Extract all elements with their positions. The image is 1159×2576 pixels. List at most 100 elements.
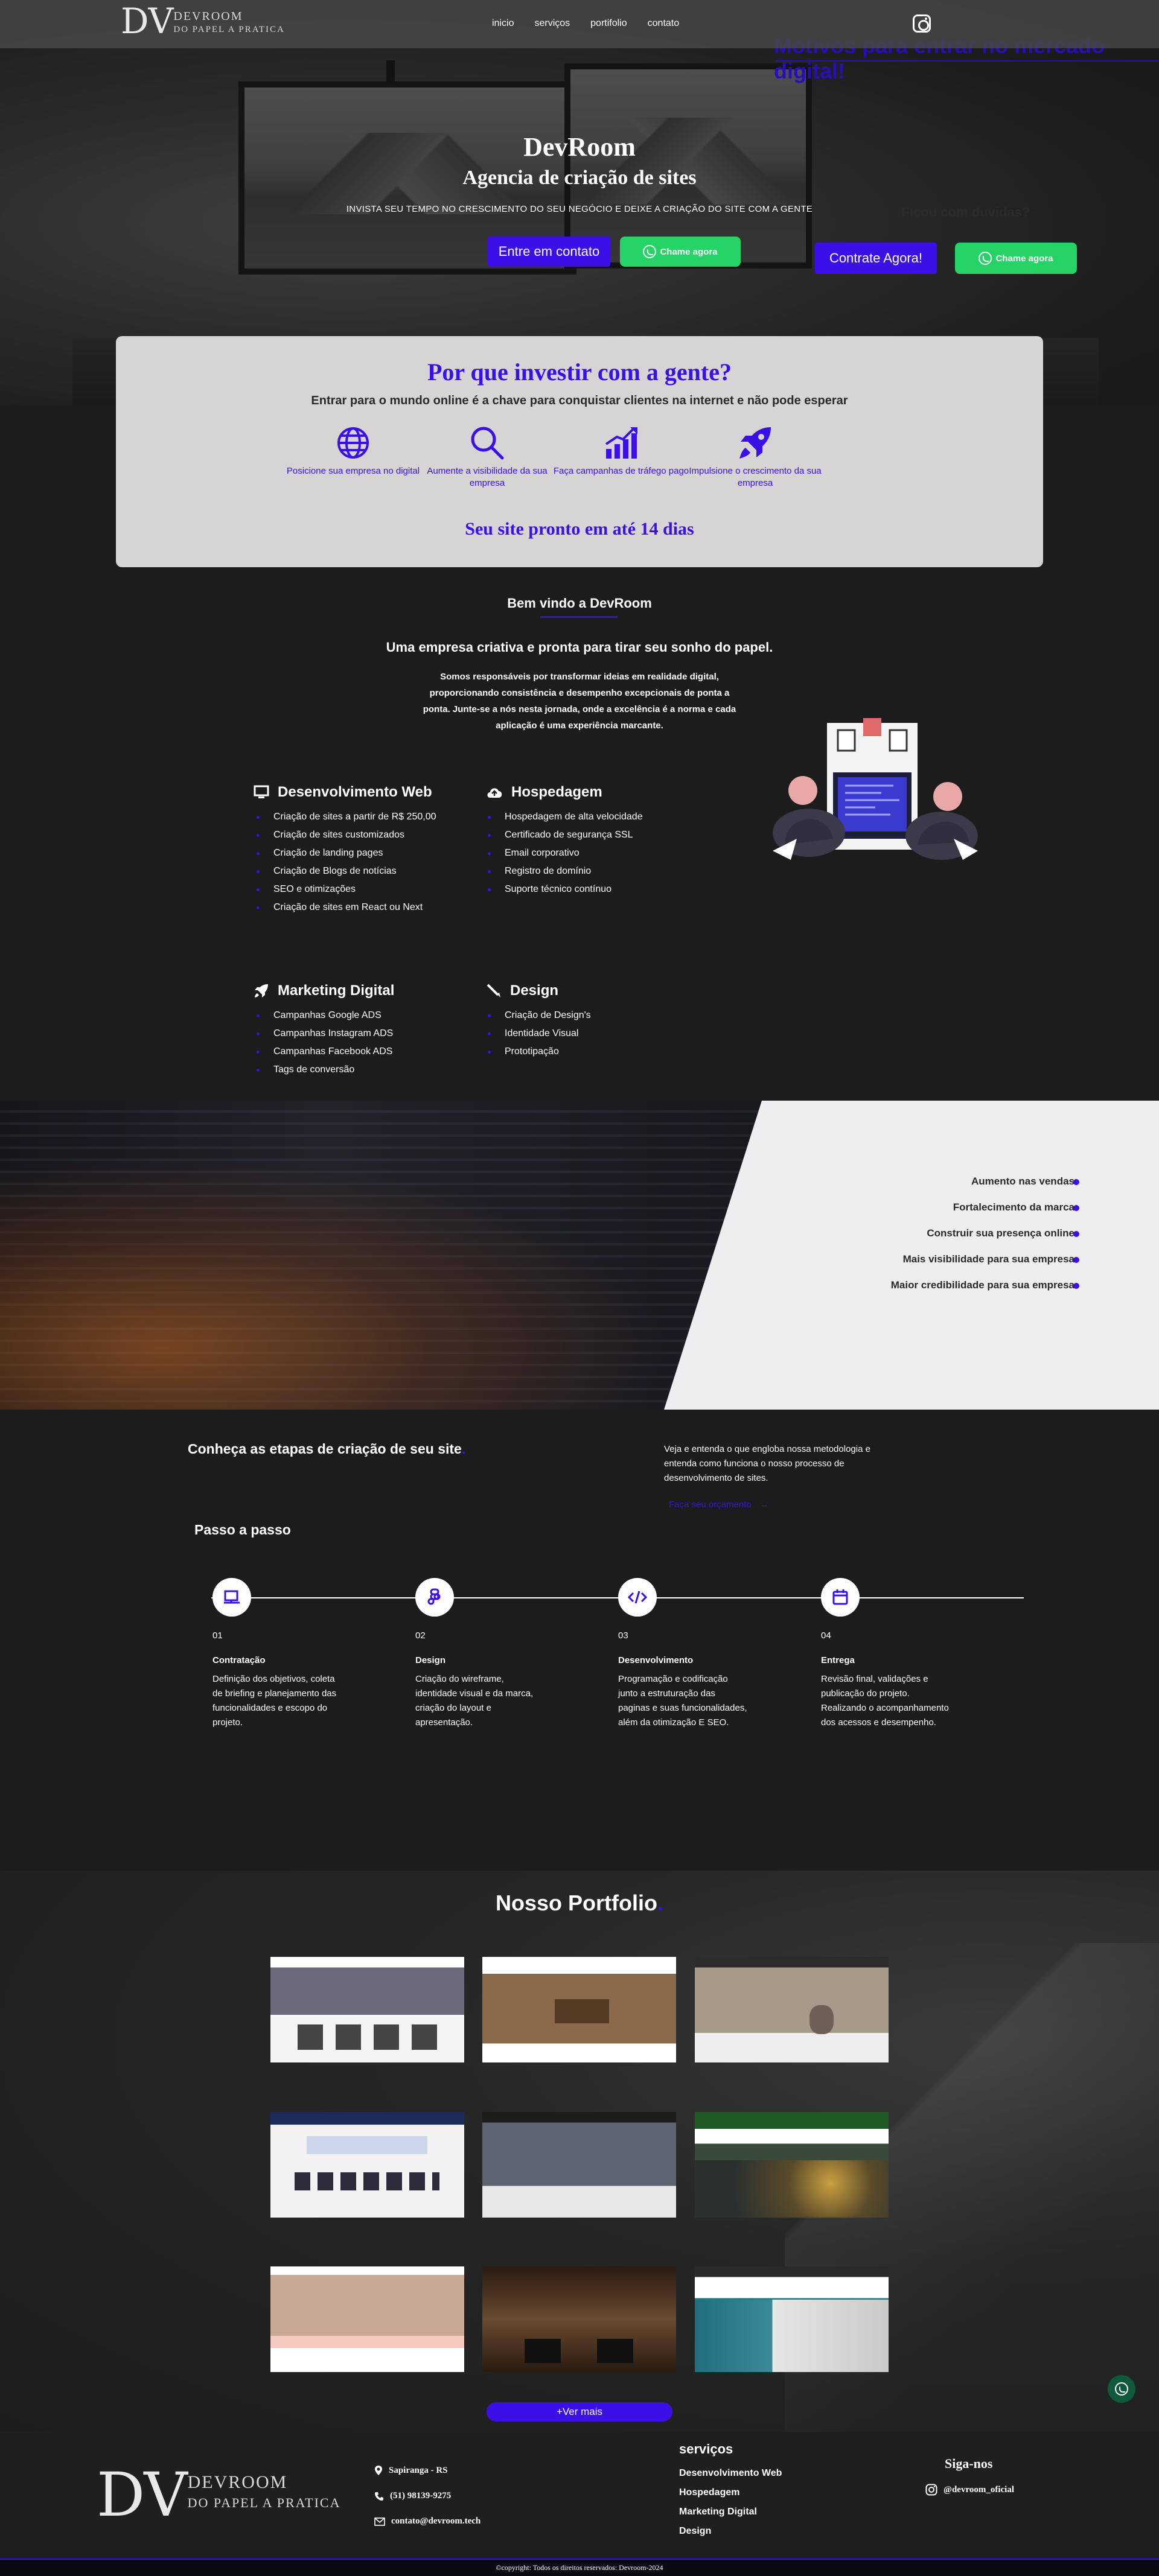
step-number: 03 [618, 1630, 628, 1641]
arrow-right-icon: → [759, 1499, 769, 1510]
footer-service-link[interactable]: Hospedagem [679, 2487, 739, 2498]
rocket-icon [255, 984, 268, 997]
nav-item-contato[interactable]: contato [648, 18, 679, 29]
portfolio-item[interactable] [482, 2112, 676, 2218]
logo-name: DEVROOM [187, 2472, 288, 2492]
step-title: Design [415, 1655, 446, 1665]
list-item: Suporte técnico contínuo [488, 880, 643, 898]
footer-service-link[interactable]: Marketing Digital [679, 2507, 757, 2517]
step-title: Entrega [821, 1655, 855, 1665]
motivo-item: Maior credibilidade para sua empresa [890, 1279, 1074, 1291]
follow-us-title: Siga-nos [945, 2456, 993, 2471]
list-item: Prototipação [488, 1043, 591, 1061]
step-title: Contratação [212, 1655, 266, 1665]
motivo-item: Construir sua presença online [927, 1227, 1074, 1239]
whatsapp-button[interactable]: Chame agora [955, 243, 1077, 274]
bullet-dot [1073, 1283, 1079, 1289]
motivo-item: Aumento nas vendas [971, 1175, 1074, 1187]
figma-icon [415, 1578, 454, 1617]
timeline-line [211, 1597, 1024, 1598]
presentation-icon [212, 1578, 251, 1617]
footer-phone[interactable]: (51) 98139-9275 [374, 2491, 451, 2501]
quote-link[interactable]: Faça seu orçamento → [669, 1499, 769, 1510]
footer-email[interactable]: contato@devroom.tech [374, 2516, 481, 2527]
whatsapp-icon [1115, 2382, 1128, 2396]
portfolio-item[interactable] [695, 2266, 889, 2372]
logo-monogram: DV [97, 2460, 188, 2530]
motivo-item: Mais visibilidade para sua empresa [902, 1253, 1074, 1265]
service-list-web: Criação de sites a partir de R$ 250,00 C… [257, 808, 436, 917]
service-title-hosting: Hospedagem [486, 784, 602, 801]
footer-logo[interactable]: DV DEVROOM DO PAPEL A PRATICA [97, 2465, 340, 2525]
phone-icon [375, 2492, 383, 2501]
step-title: Desenvolvimento [618, 1655, 694, 1665]
feature-label: Faça campanhas de tráfego pago [553, 466, 689, 476]
list-item: SEO e otimizações [257, 880, 436, 898]
portfolio-item[interactable] [482, 1957, 676, 2062]
portfolio-item[interactable] [270, 2112, 464, 2218]
nav-item-portifolio[interactable]: portifolio [590, 18, 627, 29]
developers-illustration [761, 712, 990, 869]
plus-icon: + [556, 2406, 563, 2417]
copyright-text: ©copyright: Todos os direitos reservados… [496, 2563, 663, 2572]
why-title: Por que investir com a gente? [427, 358, 732, 386]
list-item: Email corporativo [488, 844, 643, 862]
motivo-item: Fortalecimento da marca [953, 1201, 1074, 1213]
portfolio-item[interactable] [270, 2266, 464, 2372]
list-item: Criação de sites em React ou Next [257, 898, 436, 917]
list-item: Criação de landing pages [257, 844, 436, 862]
footer-instagram-link[interactable]: @devroom_oficial [925, 2484, 1014, 2496]
map-pin-icon [375, 2466, 382, 2475]
monitor-icon [254, 785, 269, 798]
service-title-web: Desenvolvimento Web [254, 784, 432, 801]
pen-icon [487, 984, 500, 997]
title-accent-mark: . [461, 1441, 466, 1457]
portfolio-title: Nosso Portfolio. [0, 1891, 1159, 1916]
doubts-question: Ficou com duvidas? [901, 205, 1030, 220]
portfolio-item[interactable] [270, 1957, 464, 2062]
whatsapp-button[interactable]: Chame agora [620, 237, 741, 267]
contact-button[interactable]: Entre em contato [488, 237, 610, 267]
feature-label: Impulsione o crescimento da sua empresa [689, 466, 822, 488]
logo[interactable]: DV DEVROOM DO PAPEL A PRATICA [121, 4, 285, 39]
step-number: 04 [821, 1630, 831, 1641]
portfolio-item[interactable] [695, 2112, 889, 2218]
contract-button[interactable]: Contrate Agora! [815, 243, 937, 274]
see-more-label: Ver mais [562, 2406, 603, 2417]
code-icon [618, 1578, 657, 1617]
nav-item-inicio[interactable]: inicio [492, 18, 514, 29]
motivos-underline [776, 60, 1159, 62]
mail-icon [374, 2517, 385, 2526]
list-item: Campanhas Facebook ADS [257, 1043, 393, 1061]
etapas-title-text: Conheça as etapas de criação de seu site [188, 1441, 462, 1457]
feature-label: Posicione sua empresa no digital [286, 466, 420, 476]
bar-chart-icon [552, 421, 691, 465]
service-title-label: Marketing Digital [278, 982, 395, 999]
nav-item-servicos[interactable]: serviços [534, 18, 570, 29]
list-item: Criação de Design's [488, 1007, 591, 1025]
instagram-icon[interactable] [913, 14, 931, 33]
welcome-headline: Uma empresa criativa e pronta para tirar… [386, 640, 773, 655]
cloud-upload-icon [487, 788, 502, 798]
list-item: Criação de Blogs de notícias [257, 862, 436, 880]
floating-whatsapp-button[interactable] [1108, 2375, 1135, 2403]
portfolio-item[interactable] [695, 1957, 889, 2062]
service-list-design: Criação de Design's Identidade Visual Pr… [488, 1007, 591, 1061]
feature-item: Faça campanhas de tráfego pago [552, 421, 691, 477]
footer-service-link[interactable]: Desenvolvimento Web [679, 2468, 782, 2479]
footer-service-link[interactable]: Design [679, 2526, 711, 2537]
list-item: Criação de sites customizados [257, 826, 436, 844]
globe-icon [284, 421, 423, 465]
why-subtitle: Entrar para o mundo online é a chave par… [311, 394, 848, 407]
location-text: Sapiranga - RS [389, 2465, 448, 2475]
feature-label: Aumente a visibilidade da sua empresa [427, 466, 548, 488]
see-more-button[interactable]: + Ver mais [487, 2402, 672, 2422]
rocket-icon [686, 421, 825, 465]
bullet-dot [1073, 1179, 1079, 1185]
feature-item: Posicione sua empresa no digital [284, 421, 423, 477]
step-description: Revisão final, validações e publicação d… [821, 1674, 949, 1728]
step-description: Criação do wireframe, identidade visual … [415, 1674, 534, 1728]
portfolio-item[interactable] [482, 2266, 676, 2372]
bullet-dot [1073, 1257, 1079, 1263]
copyright-bar: ©copyright: Todos os direitos reservados… [0, 2559, 1159, 2576]
